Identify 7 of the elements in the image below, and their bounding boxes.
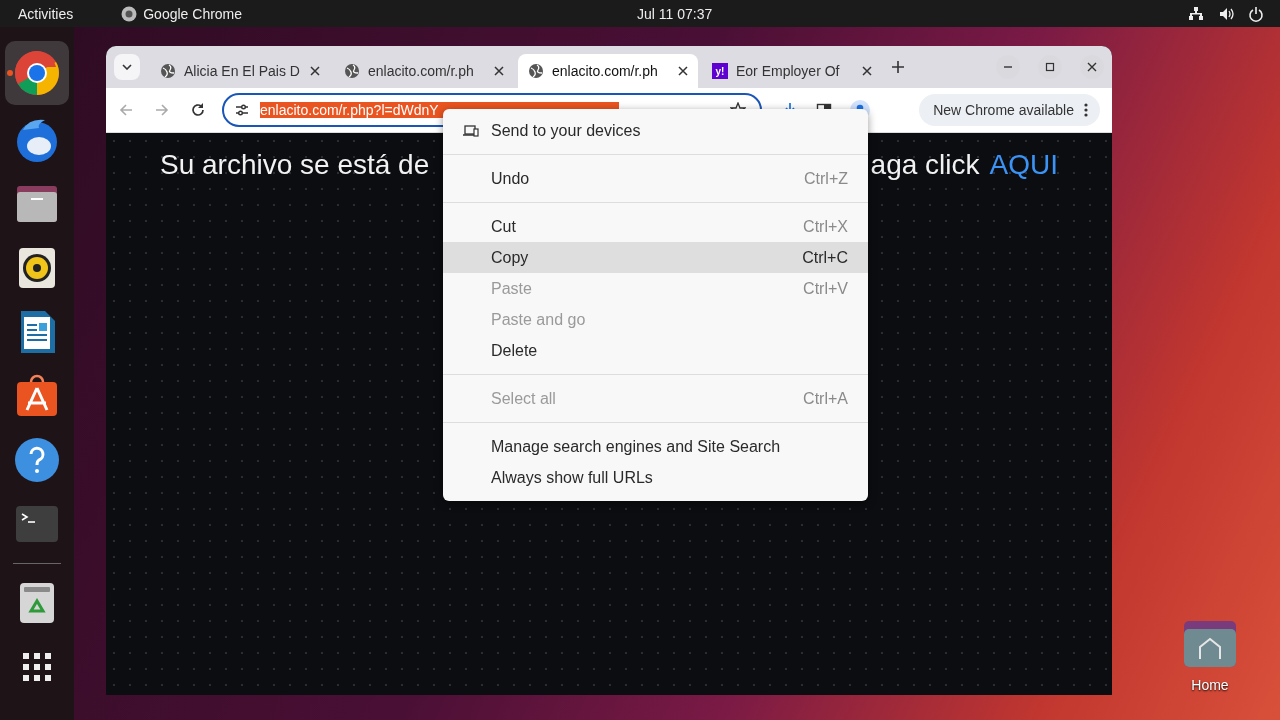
page-message: Su archivo se está de: [160, 149, 430, 181]
page-message: aga click: [870, 149, 980, 181]
tab-title: Eor Employer Of: [736, 63, 841, 79]
tab-title: Alicia En El Pais D: [184, 63, 301, 79]
tab-title: enlacito.com/r.ph: [552, 63, 659, 79]
tab-title: enlacito.com/r.ph: [368, 63, 475, 79]
site-logo: y!: [712, 63, 728, 79]
